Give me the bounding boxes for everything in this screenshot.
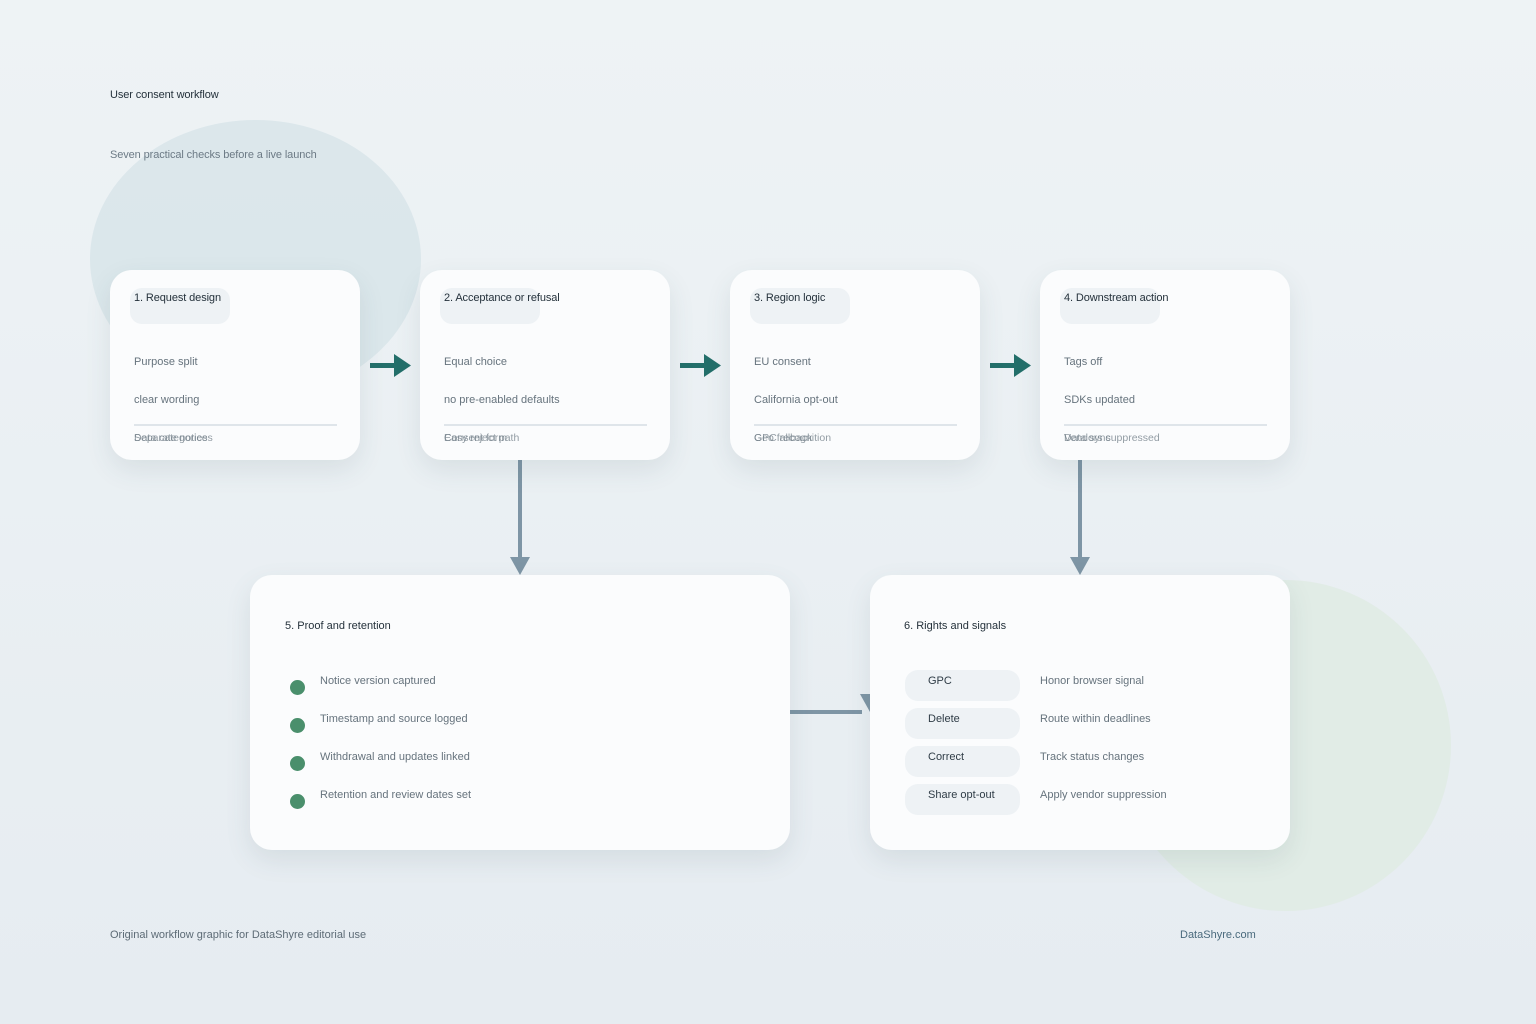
step-detail: EU consent [754, 356, 811, 368]
step-detail: no pre-enabled defaults [444, 394, 560, 406]
rights-chip [905, 670, 1020, 701]
rights-chip [905, 708, 1020, 739]
step-footnote: Data categories [134, 432, 208, 444]
rights-chip-label: Share opt-out [928, 789, 995, 801]
rights-chip-label: Delete [928, 713, 960, 725]
arrow-step-3-to-4 [990, 354, 1031, 377]
step-title: 2. Acceptance or refusal [444, 292, 560, 304]
step-card-downstream-action: 4. Downstream action Tags off SDKs updat… [1040, 270, 1290, 460]
step-divider [754, 424, 957, 426]
footer-brand-link[interactable]: DataShyre.com [1180, 929, 1256, 941]
arrow-step-2-to-proof [510, 460, 530, 575]
step-detail: SDKs updated [1064, 394, 1135, 406]
proof-retention-card: 5. Proof and retention Notice version ca… [250, 575, 790, 850]
step-divider [444, 424, 647, 426]
arrow-step-4-to-rights [1070, 460, 1090, 575]
arrow-step-2-to-3 [680, 354, 721, 377]
arrow-step-1-to-2 [370, 354, 411, 377]
proof-item: Withdrawal and updates linked [320, 751, 470, 763]
step-footnote: Consent form [444, 432, 508, 444]
step-detail: California opt-out [754, 394, 838, 406]
check-dot-icon [290, 680, 305, 695]
step-detail: clear wording [134, 394, 200, 406]
rights-action: Track status changes [1040, 751, 1145, 763]
step-detail: Equal choice [444, 356, 507, 368]
check-dot-icon [290, 794, 305, 809]
step-card-request-design: 1. Request design Purpose split clear wo… [110, 270, 360, 460]
proof-item: Timestamp and source logged [320, 713, 468, 725]
step-detail: Tags off [1064, 356, 1103, 368]
rights-action: Honor browser signal [1040, 675, 1144, 687]
step-card-acceptance-or-refusal: 2. Acceptance or refusal Equal choice no… [420, 270, 670, 460]
step-card-region-logic: 3. Region logic EU consent California op… [730, 270, 980, 460]
step-footnote: Data sync [1064, 432, 1111, 444]
rights-signals-card: 6. Rights and signals GPC Honor browser … [870, 575, 1290, 850]
rights-card-title: 6. Rights and signals [904, 620, 1007, 632]
proof-card-title: 5. Proof and retention [285, 620, 391, 632]
step-divider [1064, 424, 1267, 426]
rights-action: Route within deadlines [1040, 713, 1151, 725]
step-title: 4. Downstream action [1064, 292, 1169, 304]
connector-arrows [370, 354, 1090, 714]
footer-note: Original workflow graphic for DataShyre … [110, 929, 367, 941]
check-dot-icon [290, 718, 305, 733]
proof-item: Notice version captured [320, 675, 436, 687]
arrow-proof-to-rights [790, 694, 880, 714]
step-title: 1. Request design [134, 292, 221, 304]
proof-item: Retention and review dates set [320, 789, 472, 801]
check-dot-icon [290, 756, 305, 771]
rights-chip-label: GPC [928, 675, 952, 687]
step-footnote: Geo fallback [754, 432, 813, 444]
step-detail: Purpose split [134, 356, 198, 368]
step-divider [134, 424, 337, 426]
rights-chip-label: Correct [928, 751, 965, 763]
step-title: 3. Region logic [754, 292, 826, 304]
rights-action: Apply vendor suppression [1040, 789, 1167, 801]
